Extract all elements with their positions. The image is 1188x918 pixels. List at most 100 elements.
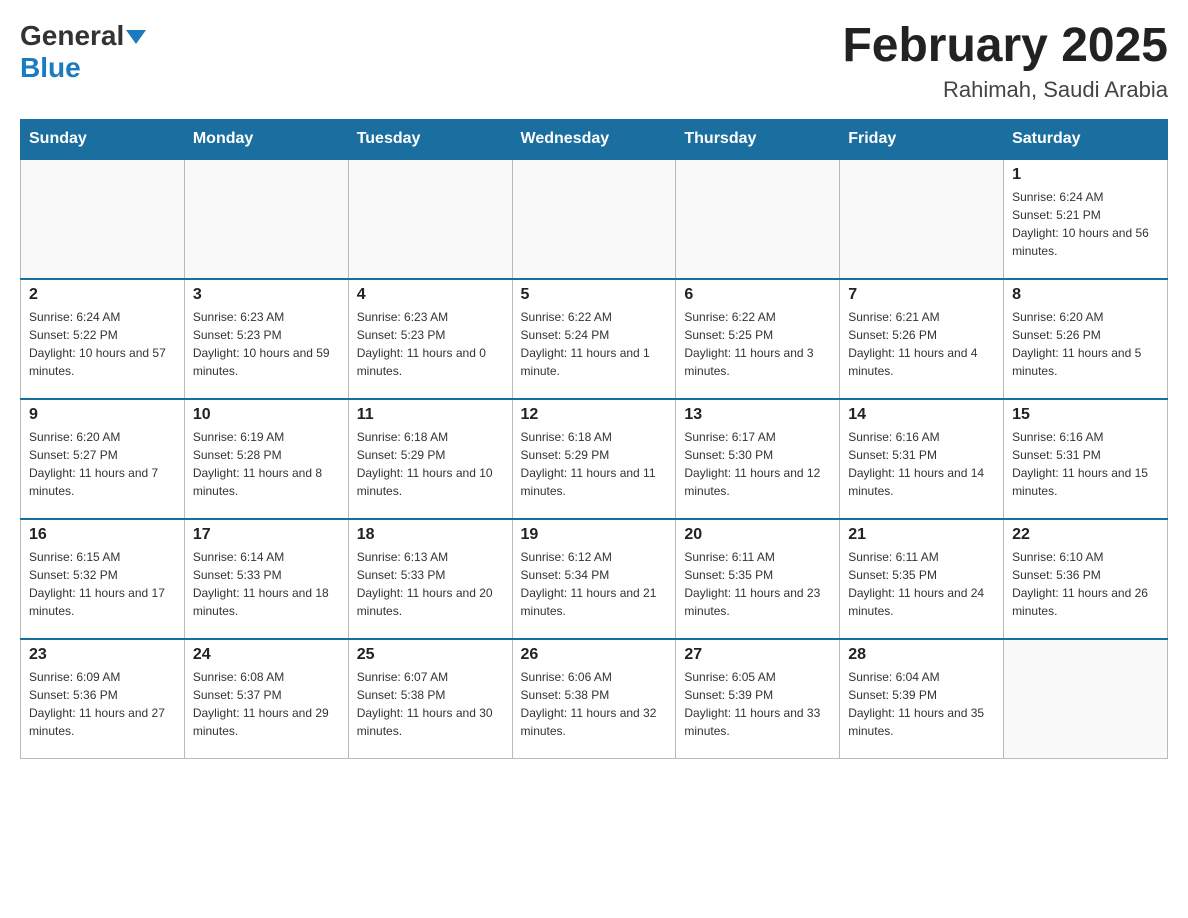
day-number: 15	[1012, 406, 1159, 424]
calendar-cell	[348, 159, 512, 279]
calendar-cell: 4 Sunrise: 6:23 AMSunset: 5:23 PMDaylight…	[348, 279, 512, 399]
day-info: Sunrise: 6:14 AMSunset: 5:33 PMDaylight:…	[193, 548, 340, 620]
day-number: 3	[193, 286, 340, 304]
day-number: 6	[684, 286, 831, 304]
calendar-cell: 5 Sunrise: 6:22 AMSunset: 5:24 PMDaylight…	[512, 279, 676, 399]
calendar-cell	[676, 159, 840, 279]
day-number: 17	[193, 526, 340, 544]
day-number: 22	[1012, 526, 1159, 544]
calendar-cell: 12 Sunrise: 6:18 AMSunset: 5:29 PMDayligh…	[512, 399, 676, 519]
day-number: 4	[357, 286, 504, 304]
calendar-cell: 3 Sunrise: 6:23 AMSunset: 5:23 PMDaylight…	[184, 279, 348, 399]
day-info: Sunrise: 6:09 AMSunset: 5:36 PMDaylight:…	[29, 668, 176, 740]
page-header: General Blue February 2025 Rahimah, Saud…	[20, 20, 1168, 103]
col-thursday: Thursday	[676, 119, 840, 159]
day-info: Sunrise: 6:07 AMSunset: 5:38 PMDaylight:…	[357, 668, 504, 740]
calendar-cell: 26Sunrise: 6:06 AMSunset: 5:38 PMDayligh…	[512, 639, 676, 759]
calendar-cell: 7 Sunrise: 6:21 AMSunset: 5:26 PMDaylight…	[840, 279, 1004, 399]
calendar-cell: 11Sunrise: 6:18 AMSunset: 5:29 PMDayligh…	[348, 399, 512, 519]
day-number: 18	[357, 526, 504, 544]
calendar-cell: 19 Sunrise: 6:12 AMSunset: 5:34 PMDayligh…	[512, 519, 676, 639]
col-wednesday: Wednesday	[512, 119, 676, 159]
calendar-cell: 23 Sunrise: 6:09 AMSunset: 5:36 PMDayligh…	[21, 639, 185, 759]
day-info: Sunrise: 6:20 AMSunset: 5:26 PMDaylight:…	[1012, 308, 1159, 380]
day-number: 24	[193, 646, 340, 664]
calendar-cell: 13Sunrise: 6:17 AMSunset: 5:30 PMDayligh…	[676, 399, 840, 519]
day-number: 8	[1012, 286, 1159, 304]
day-number: 14	[848, 406, 995, 424]
day-number: 11	[357, 406, 504, 424]
col-sunday: Sunday	[21, 119, 185, 159]
calendar-cell: 21 Sunrise: 6:11 AMSunset: 5:35 PMDayligh…	[840, 519, 1004, 639]
day-info: Sunrise: 6:23 AMSunset: 5:23 PMDaylight:…	[357, 308, 504, 380]
calendar-table: Sunday Monday Tuesday Wednesday Thursday…	[20, 119, 1168, 760]
day-info: Sunrise: 6:10 AMSunset: 5:36 PMDaylight:…	[1012, 548, 1159, 620]
title-area: February 2025 Rahimah, Saudi Arabia	[842, 20, 1168, 103]
calendar-cell: 20 Sunrise: 6:11 AMSunset: 5:35 PMDayligh…	[676, 519, 840, 639]
calendar-cell: 8 Sunrise: 6:20 AMSunset: 5:26 PMDaylight…	[1004, 279, 1168, 399]
day-info: Sunrise: 6:24 AMSunset: 5:22 PMDaylight:…	[29, 308, 176, 380]
location-title: Rahimah, Saudi Arabia	[842, 77, 1168, 103]
day-info: Sunrise: 6:18 AMSunset: 5:29 PMDaylight:…	[521, 428, 668, 500]
calendar-cell: 24 Sunrise: 6:08 AMSunset: 5:37 PMDayligh…	[184, 639, 348, 759]
calendar-cell: 16 Sunrise: 6:15 AMSunset: 5:32 PMDayligh…	[21, 519, 185, 639]
day-number: 23	[29, 646, 176, 664]
calendar-cell: 18 Sunrise: 6:13 AMSunset: 5:33 PMDayligh…	[348, 519, 512, 639]
day-info: Sunrise: 6:16 AMSunset: 5:31 PMDaylight:…	[1012, 428, 1159, 500]
day-info: Sunrise: 6:11 AMSunset: 5:35 PMDaylight:…	[848, 548, 995, 620]
day-info: Sunrise: 6:24 AMSunset: 5:21 PMDaylight:…	[1012, 188, 1159, 260]
day-info: Sunrise: 6:06 AMSunset: 5:38 PMDaylight:…	[521, 668, 668, 740]
day-number: 19	[521, 526, 668, 544]
col-friday: Friday	[840, 119, 1004, 159]
calendar-header-row: Sunday Monday Tuesday Wednesday Thursday…	[21, 119, 1168, 159]
day-info: Sunrise: 6:12 AMSunset: 5:34 PMDaylight:…	[521, 548, 668, 620]
calendar-cell	[840, 159, 1004, 279]
day-number: 16	[29, 526, 176, 544]
calendar-cell: 14 Sunrise: 6:16 AMSunset: 5:31 PMDayligh…	[840, 399, 1004, 519]
day-info: Sunrise: 6:11 AMSunset: 5:35 PMDaylight:…	[684, 548, 831, 620]
calendar-cell	[512, 159, 676, 279]
day-info: Sunrise: 6:04 AMSunset: 5:39 PMDaylight:…	[848, 668, 995, 740]
day-number: 28	[848, 646, 995, 664]
calendar-cell	[184, 159, 348, 279]
calendar-week-row: 2 Sunrise: 6:24 AMSunset: 5:22 PMDaylight…	[21, 279, 1168, 399]
day-number: 10	[193, 406, 340, 424]
day-number: 20	[684, 526, 831, 544]
day-info: Sunrise: 6:19 AMSunset: 5:28 PMDaylight:…	[193, 428, 340, 500]
calendar-cell: 27 Sunrise: 6:05 AMSunset: 5:39 PMDayligh…	[676, 639, 840, 759]
col-tuesday: Tuesday	[348, 119, 512, 159]
day-number: 21	[848, 526, 995, 544]
day-info: Sunrise: 6:13 AMSunset: 5:33 PMDaylight:…	[357, 548, 504, 620]
day-info: Sunrise: 6:20 AMSunset: 5:27 PMDaylight:…	[29, 428, 176, 500]
day-number: 7	[848, 286, 995, 304]
calendar-cell: 17 Sunrise: 6:14 AMSunset: 5:33 PMDayligh…	[184, 519, 348, 639]
calendar-week-row: 1Sunrise: 6:24 AMSunset: 5:21 PMDaylight…	[21, 159, 1168, 279]
calendar-cell: 10 Sunrise: 6:19 AMSunset: 5:28 PMDayligh…	[184, 399, 348, 519]
calendar-cell: 9 Sunrise: 6:20 AMSunset: 5:27 PMDaylight…	[21, 399, 185, 519]
day-info: Sunrise: 6:16 AMSunset: 5:31 PMDaylight:…	[848, 428, 995, 500]
day-number: 2	[29, 286, 176, 304]
day-number: 5	[521, 286, 668, 304]
col-monday: Monday	[184, 119, 348, 159]
day-info: Sunrise: 6:22 AMSunset: 5:24 PMDaylight:…	[521, 308, 668, 380]
calendar-cell: 25Sunrise: 6:07 AMSunset: 5:38 PMDayligh…	[348, 639, 512, 759]
day-info: Sunrise: 6:15 AMSunset: 5:32 PMDaylight:…	[29, 548, 176, 620]
day-number: 12	[521, 406, 668, 424]
day-info: Sunrise: 6:21 AMSunset: 5:26 PMDaylight:…	[848, 308, 995, 380]
month-title: February 2025	[842, 20, 1168, 73]
day-info: Sunrise: 6:08 AMSunset: 5:37 PMDaylight:…	[193, 668, 340, 740]
calendar-cell: 28 Sunrise: 6:04 AMSunset: 5:39 PMDayligh…	[840, 639, 1004, 759]
calendar-week-row: 16 Sunrise: 6:15 AMSunset: 5:32 PMDayligh…	[21, 519, 1168, 639]
day-info: Sunrise: 6:23 AMSunset: 5:23 PMDaylight:…	[193, 308, 340, 380]
logo-general-text: General	[20, 20, 124, 52]
day-number: 27	[684, 646, 831, 664]
calendar-week-row: 9 Sunrise: 6:20 AMSunset: 5:27 PMDaylight…	[21, 399, 1168, 519]
calendar-cell: 1Sunrise: 6:24 AMSunset: 5:21 PMDaylight…	[1004, 159, 1168, 279]
calendar-week-row: 23 Sunrise: 6:09 AMSunset: 5:36 PMDayligh…	[21, 639, 1168, 759]
logo: General Blue	[20, 20, 146, 84]
calendar-cell: 22 Sunrise: 6:10 AMSunset: 5:36 PMDayligh…	[1004, 519, 1168, 639]
day-number: 9	[29, 406, 176, 424]
day-info: Sunrise: 6:05 AMSunset: 5:39 PMDaylight:…	[684, 668, 831, 740]
calendar-cell	[1004, 639, 1168, 759]
calendar-cell: 2 Sunrise: 6:24 AMSunset: 5:22 PMDaylight…	[21, 279, 185, 399]
